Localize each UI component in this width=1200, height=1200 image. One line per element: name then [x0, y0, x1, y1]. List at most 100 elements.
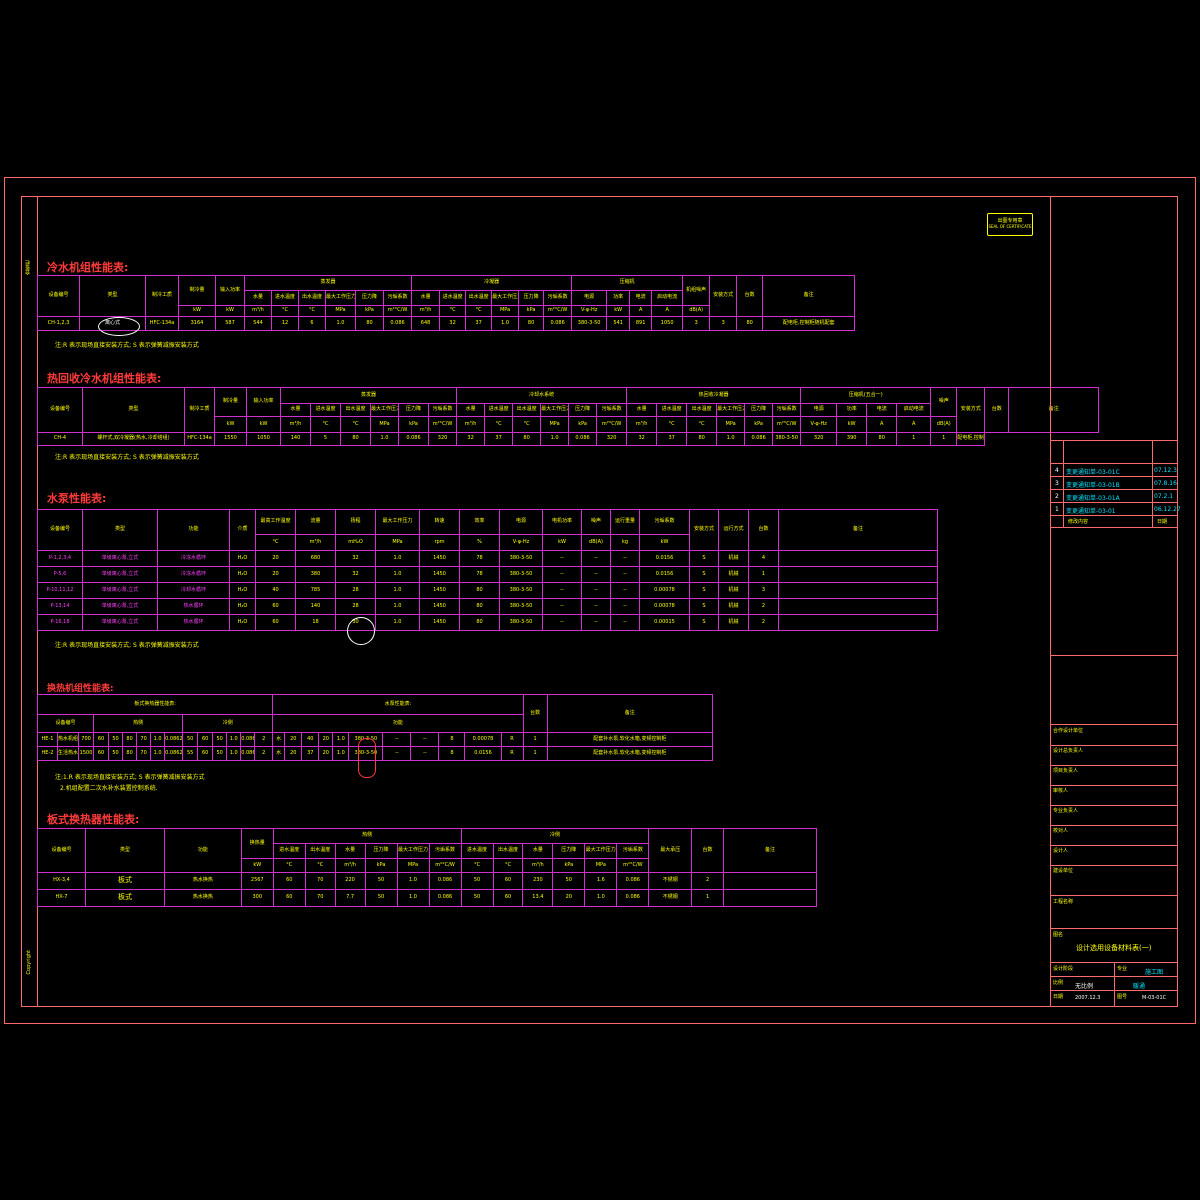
table-cell: --	[382, 732, 412, 747]
table-cell: S	[689, 598, 719, 615]
chiller-h2: 压力降	[355, 290, 384, 306]
table-cell: 320	[800, 432, 838, 446]
table-cell: 5	[310, 432, 341, 446]
plate-unit: m³/h	[334, 858, 366, 873]
table-cell: H₂O	[229, 598, 256, 615]
hr-unit: MPa	[540, 416, 570, 433]
table-cell: H₂O	[229, 566, 256, 583]
pump-h: 设备编号	[37, 509, 83, 551]
table-cell: 18	[295, 614, 336, 631]
plate-h: 设备编号	[37, 828, 86, 873]
tb-date-value: 2007.12.3	[1075, 995, 1101, 1001]
tb-label-checker: 校对人	[1053, 828, 1069, 834]
chiller-unit: MPa	[491, 305, 520, 317]
table-cell: 80	[122, 732, 138, 747]
table-cell: 40	[255, 582, 296, 599]
left-margin-bottom-text: Copyright	[26, 950, 32, 975]
pump-unit: kW	[639, 534, 690, 551]
table-cell: 0.00015	[639, 614, 690, 631]
table-cell: CH-4	[37, 432, 83, 446]
table-cell: 螺杆式,双冷凝器(热水,冷却塔组)	[82, 432, 185, 446]
table-cell: 1	[930, 432, 958, 446]
tb-divider	[1050, 476, 1178, 477]
plate-unit: m²°C/W	[428, 858, 462, 873]
table-cell: 587	[215, 316, 245, 331]
table-cell: H₂O	[229, 550, 256, 567]
hr-unit: kPa	[744, 416, 774, 433]
chiller-h2: 最大工作压力	[491, 290, 520, 306]
table-cell: --	[581, 566, 611, 583]
table-cell: --	[542, 614, 582, 631]
table-cell: 2	[254, 746, 274, 761]
table-cell: 1.0	[150, 746, 166, 761]
table-cell: 0.086	[428, 872, 462, 890]
ex-unit-h2: 冷侧	[182, 714, 274, 733]
table-cell: 机械	[718, 614, 749, 631]
hr-h2: 出水温度	[686, 403, 718, 417]
table-cell: 1050	[246, 432, 281, 446]
revision-text: 变更通知单-03-01	[1066, 508, 1116, 515]
ex-unit-h2: 热侧	[93, 714, 184, 733]
table-cell	[778, 582, 938, 599]
hr-h2: 水量	[626, 403, 658, 417]
table-cell: 60	[272, 889, 306, 907]
revision-cloud	[98, 317, 140, 336]
chiller-table-title: 冷水机组性能表:	[47, 261, 129, 274]
table-cell: 0.00078	[639, 598, 690, 615]
table-cell: HFC-134a	[184, 432, 215, 446]
table-cell	[723, 889, 817, 907]
table-cell: S	[689, 582, 719, 599]
chiller-unit: kW	[606, 305, 631, 317]
table-cell: 32	[335, 566, 376, 583]
hr-h-recovery: 热回收冷凝器	[626, 387, 802, 404]
plate-h2: 出水温度	[492, 843, 524, 859]
tb-divider	[1152, 440, 1153, 527]
title-block-left-border	[1050, 196, 1051, 1007]
tb-stage-label: 设计阶段	[1053, 966, 1074, 972]
plate-h2: 最大工作压力	[396, 843, 430, 859]
pump-h: 污垢系数	[639, 509, 690, 535]
chiller-h-remark: 备注	[762, 275, 856, 317]
tb-label-cooperator: 合作设计单位	[1053, 728, 1084, 734]
table-cell: 140	[280, 432, 311, 446]
table-cell: 37	[301, 746, 320, 761]
table-cell: 配电柜,控制柜随机配套	[762, 316, 856, 331]
table-cell: 32	[439, 316, 467, 331]
table-cell: HX-3,4	[37, 872, 86, 890]
table-cell: 50	[460, 872, 494, 890]
table-cell: 140	[295, 598, 336, 615]
table-cell: 1500	[78, 746, 95, 761]
revision-text: 变更通知单-03-01C	[1066, 469, 1120, 476]
tb-label-project: 工程名称	[1053, 899, 1074, 905]
table-cell: 785	[295, 582, 336, 599]
tb-divider	[1050, 724, 1178, 725]
table-cell: 板式	[85, 889, 165, 907]
table-row: P-1,2,3,4 单级离心泵,立式 冷冻水循环 H₂O 20 680 32 1…	[37, 550, 938, 567]
exchanger-unit-title: 换热机组性能表:	[47, 684, 114, 694]
table-cell: 80	[518, 316, 545, 331]
pump-h: 效率	[459, 509, 500, 535]
table-cell: 28	[335, 598, 376, 615]
table-cell: 50	[108, 732, 124, 747]
table-cell: CH-1,2,3	[37, 316, 80, 331]
hr-h-evap: 蒸发器	[279, 387, 458, 404]
tb-divider	[1050, 515, 1178, 516]
table-cell: 热水换热	[163, 889, 242, 907]
pump-h: 功能	[157, 509, 230, 551]
table-cell: R	[500, 732, 524, 747]
hr-unit: m³/h	[626, 416, 658, 433]
table-cell: --	[581, 598, 611, 615]
chiller-h2: 出水温度	[298, 290, 326, 306]
seal-stamp-line2: SEAL OF CERTIFICATE	[988, 224, 1032, 229]
table-cell: 配电柜,控制柜随机配套	[956, 432, 986, 446]
revision-no: 3	[1055, 480, 1059, 487]
table-cell: P-13,14	[37, 598, 83, 615]
table-cell: 50	[552, 872, 586, 890]
plate-unit: °C	[272, 858, 306, 873]
revision-date: 07.12.3	[1154, 467, 1177, 474]
table-cell: 1450	[419, 598, 460, 615]
table-cell: 37	[465, 316, 493, 331]
tb-label-drawing-title: 图名	[1053, 932, 1064, 938]
table-cell: 50	[212, 746, 228, 761]
hr-h2: 功率	[836, 403, 868, 417]
